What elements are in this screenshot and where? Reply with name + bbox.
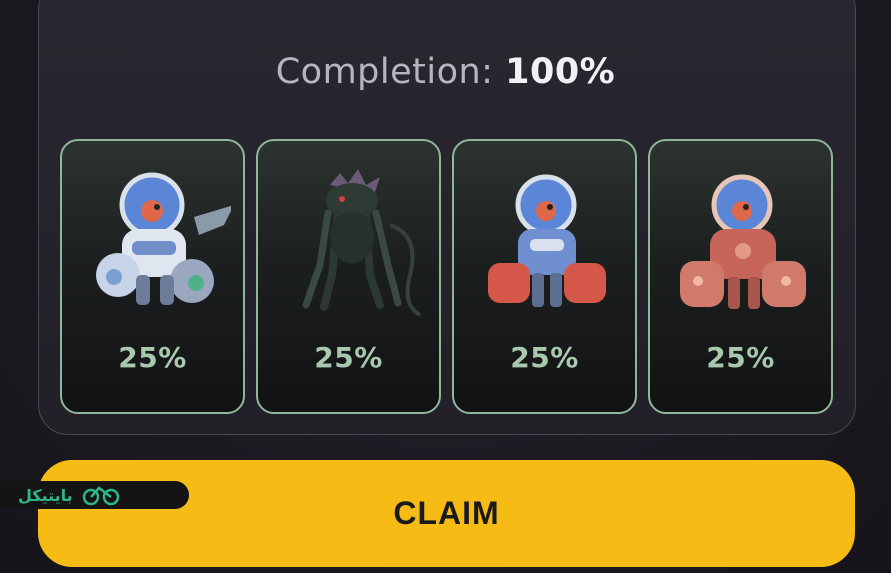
bicycle-logo-icon	[82, 486, 119, 506]
dark-creature-icon	[302, 169, 422, 317]
card-percent: 25%	[510, 341, 579, 374]
watermark-text: بایتیکل	[18, 485, 73, 505]
card-percent: 25%	[118, 341, 187, 374]
completion-value: 100%	[505, 52, 616, 92]
collection-card-4[interactable]: 25%	[648, 139, 833, 414]
card-percent: 25%	[706, 341, 775, 374]
collection-card-3[interactable]: 25%	[452, 139, 637, 414]
card-percent: 25%	[314, 341, 383, 374]
blue-red-boxer-robot-icon	[488, 174, 606, 307]
completion-heading: Completion: 100%	[0, 52, 891, 92]
collection-card-1[interactable]: 25%	[60, 139, 245, 414]
red-armored-robot-icon	[680, 174, 806, 309]
completion-label: Completion:	[275, 52, 494, 92]
blue-astronaut-robot-icon	[96, 172, 231, 305]
claim-button[interactable]: CLAIM	[38, 460, 855, 567]
watermark-badge: بایتیکل	[0, 481, 189, 509]
collection-card-2[interactable]: 25%	[256, 139, 441, 414]
